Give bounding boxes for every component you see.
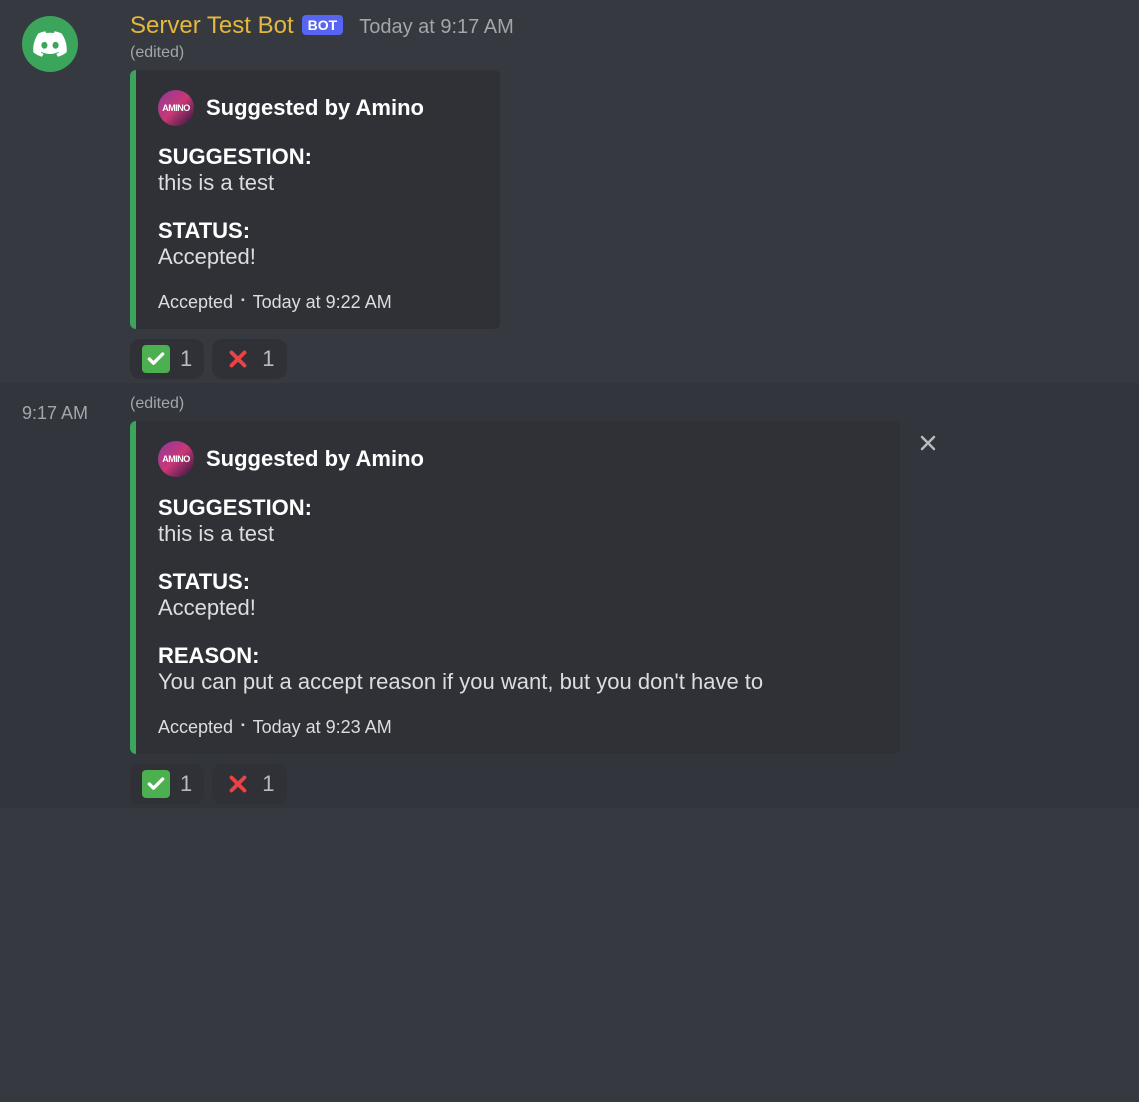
bot-badge: BOT [302,15,344,35]
footer-status: Accepted [158,717,233,738]
embed-author-name: Suggested by Amino [206,95,424,121]
footer-separator: ▪ [241,295,245,306]
embed-card: AMINO Suggested by Amino SUGGESTION: thi… [130,421,900,754]
embed-field-value: You can put a accept reason if you want,… [158,669,878,695]
chat-message: 9:17 AM (edited) AMINO Suggested by Amin… [0,383,1139,808]
footer-separator: ▪ [241,720,245,731]
embed-card: AMINO Suggested by Amino SUGGESTION: thi… [130,70,500,329]
embed-field-title: SUGGESTION: [158,144,478,170]
embed-field-title: STATUS: [158,569,878,595]
footer-time: Today at 9:22 AM [253,292,392,313]
cross-icon [224,770,252,798]
embed-field-title: REASON: [158,643,878,669]
reactions-row: 1 1 [130,339,1123,379]
close-icon[interactable] [916,431,940,455]
reaction-count: 1 [180,346,192,372]
footer-time: Today at 9:23 AM [253,717,392,738]
reaction-cross[interactable]: 1 [212,339,286,379]
reaction-cross[interactable]: 1 [212,764,286,804]
cross-icon [224,345,252,373]
reactions-row: 1 1 [130,764,1123,804]
reaction-count: 1 [180,771,192,797]
embed-field-value: this is a test [158,521,878,547]
embed-author: AMINO Suggested by Amino [158,90,478,126]
embed-footer: Accepted ▪ Today at 9:23 AM [158,717,878,738]
bot-avatar[interactable] [22,16,78,72]
check-icon [142,345,170,373]
embed-field-title: STATUS: [158,218,478,244]
footer-status: Accepted [158,292,233,313]
embed-footer: Accepted ▪ Today at 9:22 AM [158,292,478,313]
embed-author: AMINO Suggested by Amino [158,441,878,477]
author-avatar: AMINO [158,90,194,126]
embed-field-value: Accepted! [158,595,878,621]
edited-indicator: (edited) [130,395,1123,413]
check-icon [142,770,170,798]
reaction-count: 1 [262,346,274,372]
discord-icon [33,31,67,57]
embed-author-name: Suggested by Amino [206,446,424,472]
author-avatar: AMINO [158,441,194,477]
message-header: Server Test Bot BOT Today at 9:17 AM [130,12,1123,40]
message-side-timestamp: 9:17 AM [22,403,88,424]
message-timestamp: Today at 9:17 AM [359,16,514,39]
embed-field-title: SUGGESTION: [158,495,878,521]
reaction-check[interactable]: 1 [130,764,204,804]
reaction-count: 1 [262,771,274,797]
username[interactable]: Server Test Bot [130,12,294,40]
chat-message: Server Test Bot BOT Today at 9:17 AM (ed… [0,0,1139,383]
edited-indicator: (edited) [130,44,1123,62]
embed-field-value: Accepted! [158,244,478,270]
embed-field-value: this is a test [158,170,478,196]
reaction-check[interactable]: 1 [130,339,204,379]
